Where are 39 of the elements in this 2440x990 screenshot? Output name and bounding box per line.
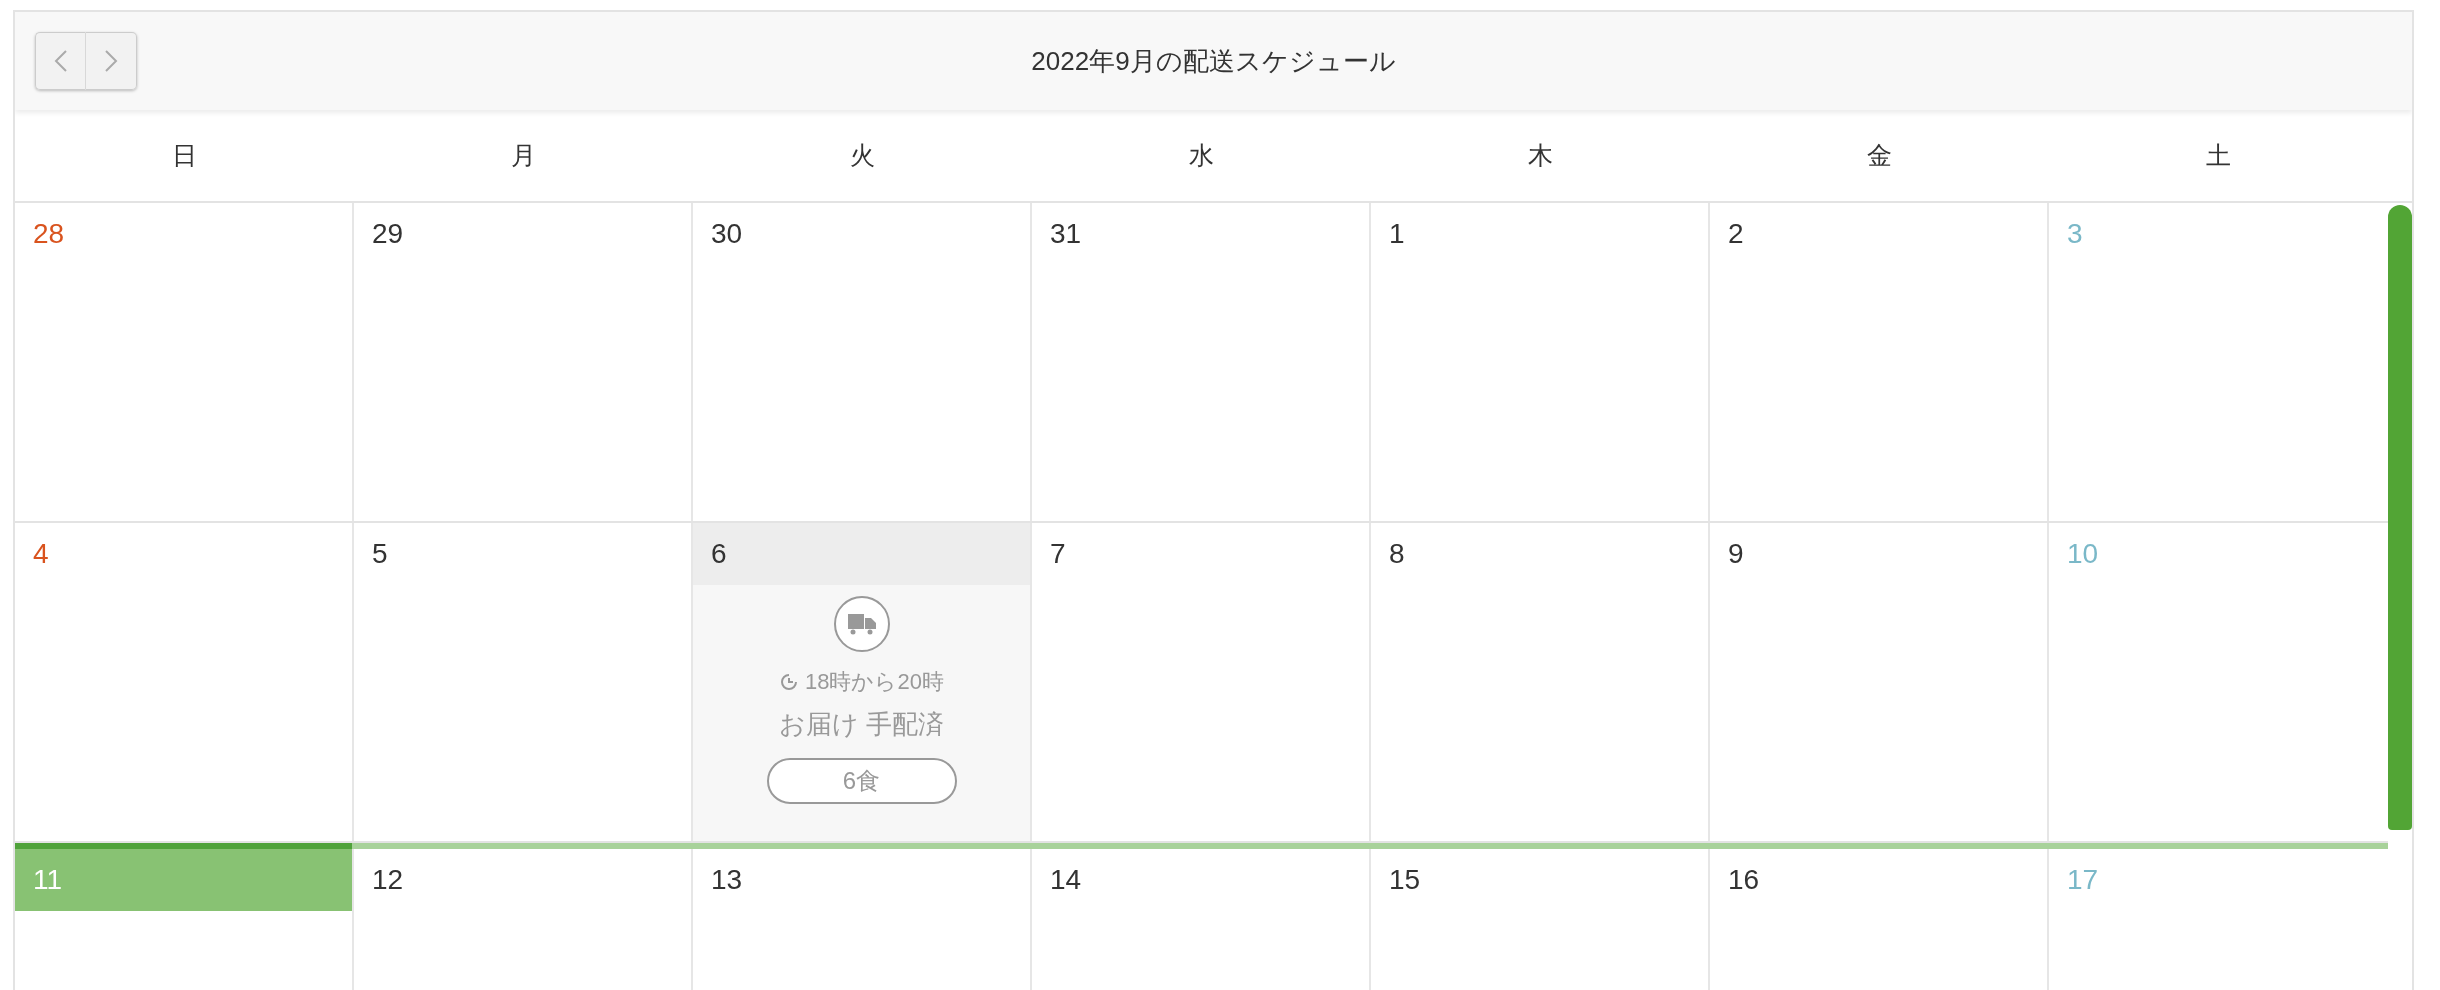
date-number: 28 [33, 218, 65, 250]
date-number: 15 [1389, 864, 1421, 896]
weekday-label: 木 [1528, 140, 1553, 171]
calendar-title: 2022年9月の配送スケジュール [1030, 44, 1397, 78]
date-number: 30 [711, 218, 743, 250]
date-number: 4 [33, 538, 49, 570]
date-number: 2 [1728, 218, 1744, 250]
scrollbar-thumb[interactable] [2388, 205, 2412, 830]
date-number: 17 [2067, 864, 2099, 896]
date-number: 7 [1050, 538, 1066, 570]
date-number: 10 [2067, 538, 2099, 570]
weekday-label: 日 [172, 140, 197, 171]
date-number: 12 [372, 864, 404, 896]
today-date: 11 [33, 864, 63, 896]
weekday-label: 月 [511, 140, 536, 171]
clock-icon [779, 672, 799, 692]
weekday-label: 金 [1867, 140, 1892, 171]
date-number: 29 [372, 218, 404, 250]
meal-count-badge: 6食 [766, 758, 957, 804]
chevron-left-icon [53, 49, 68, 73]
date-number: 3 [2067, 218, 2083, 250]
date-number: 13 [711, 864, 743, 896]
date-number: 6 [711, 538, 727, 570]
date-number: 5 [372, 538, 388, 570]
delivery-status: お届け 手配済 [778, 708, 945, 741]
date-number: 8 [1389, 538, 1405, 570]
date-number: 1 [1389, 218, 1405, 250]
date-number: 9 [1728, 538, 1744, 570]
previous-month-button[interactable] [35, 32, 86, 90]
weekday-label: 土 [2206, 140, 2231, 171]
delivery-time: 18時から20時 [805, 668, 944, 696]
chevron-right-icon [104, 49, 118, 73]
next-month-button[interactable] [86, 32, 137, 90]
date-number: 14 [1050, 864, 1082, 896]
truck-icon [832, 595, 891, 653]
date-number: 16 [1728, 864, 1760, 896]
date-number: 31 [1050, 218, 1082, 250]
weekday-label: 火 [850, 140, 875, 171]
weekday-label: 水 [1189, 140, 1214, 171]
